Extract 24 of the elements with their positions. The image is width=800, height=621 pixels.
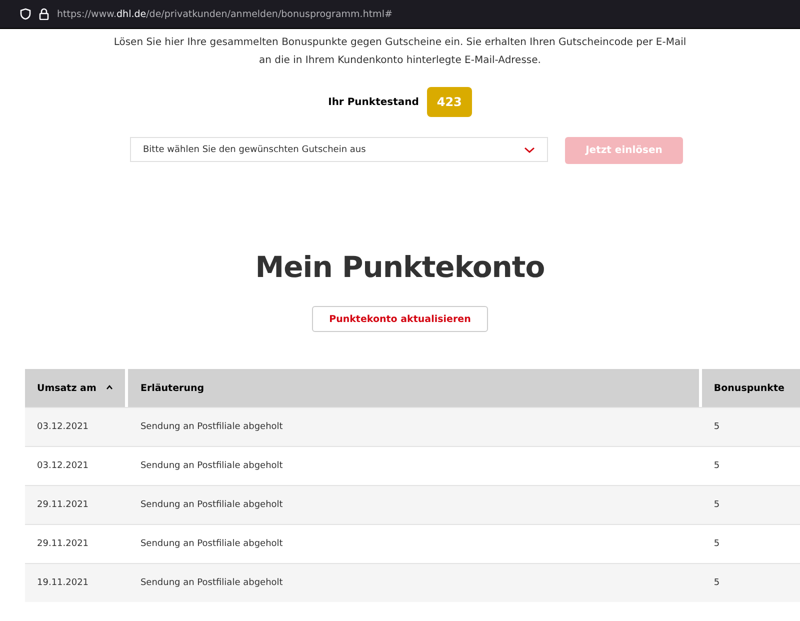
shield-icon [20,8,31,20]
table-cell: 19.11.2021 [25,563,128,602]
table-cell: 29.11.2021 [25,485,128,524]
table-cell: 03.12.2021 [25,407,128,446]
lock-icon [39,8,49,20]
refresh-button[interactable]: Punktekonto aktualisieren [312,306,488,332]
points-label: Ihr Punktestand [328,96,419,108]
points-badge: 423 [426,87,472,117]
browser-address-bar[interactable]: https://www.dhl.de/de/privatkunden/anmelden/bonusprogramm.html# [0,0,800,29]
intro-text: Lösen Sie hier Ihre gesammelten Bonuspunkte gegen Gutscheine ein. Sie erhalten Ihren Gutscheincode per E-Mail [114,36,686,50]
intro-text: an die in Ihrem Kundenkonto hinterlegte E-Mail-Adresse. [259,54,541,68]
table-cell: 5 [702,407,800,446]
column-header[interactable]: Umsatz am [25,369,128,407]
table-cell: 5 [702,563,800,602]
table-cell: Sendung an Postfiliale abgeholt [128,485,702,524]
table-cell: Sendung an Postfiliale abgeholt [128,563,702,602]
column-header[interactable]: Erläuterung [128,369,702,407]
url-text[interactable]: https://www.dhl.de/de/privatkunden/anmelden/bonusprogramm.html# [57,8,392,20]
column-header[interactable]: Bonuspunkte [702,369,800,407]
voucher-dropdown[interactable]: Bitte wählen Sie den gewünschten Gutschein aus [130,137,548,162]
chevron-down-icon [524,146,535,152]
table-cell: 5 [702,485,800,524]
table-cell: Sendung an Postfiliale abgeholt [128,407,702,446]
section-heading: Mein Punktekonto [254,250,546,284]
